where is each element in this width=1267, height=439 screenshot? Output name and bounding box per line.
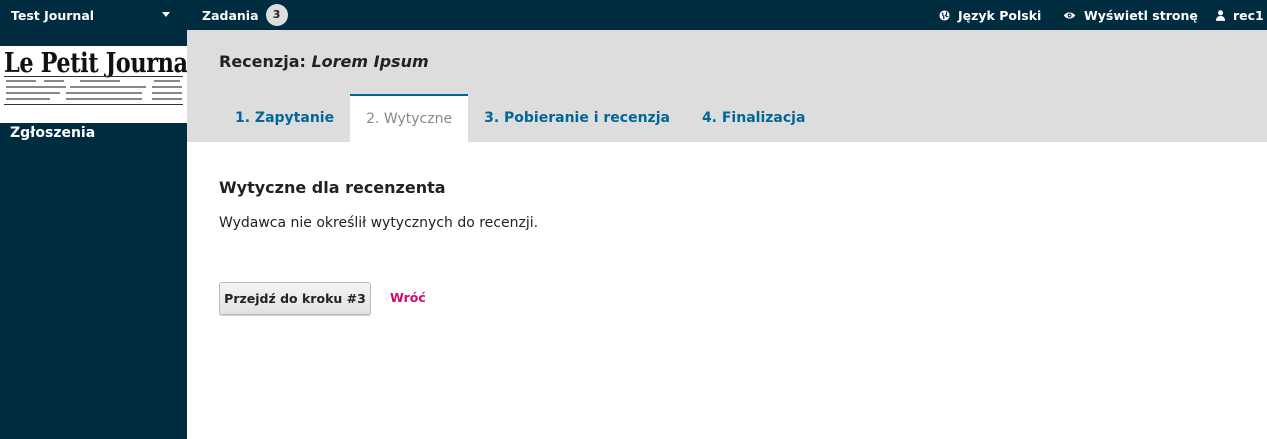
page-header: Recenzja: Lorem Ipsum 1. Zapytanie 2. Wy… [187,30,1267,142]
logo-text-line [6,80,36,82]
section-title: Wytyczne dla recenzenta [219,178,446,197]
guidelines-text: Wydawca nie określił wytycznych do recen… [219,215,539,231]
logo-text-line [44,80,64,82]
journal-switcher[interactable]: Test Journal [11,0,94,30]
logo-text-line [6,98,50,100]
tab-completion[interactable]: 4. Finalizacja [686,94,821,142]
logo-text-line [152,92,182,94]
tab-download-and-review[interactable]: 3. Pobieranie i recenzja [468,94,686,142]
tab-request[interactable]: 1. Zapytanie [219,94,350,142]
tasks-count-badge: 3 [265,4,288,26]
page-title: Recenzja: Lorem Ipsum [219,52,429,71]
user-label: rec1 [1233,7,1264,23]
top-navbar: Test Journal Zadania 3 Język Polski Wyśw… [0,0,1267,30]
page-title-prefix: Recenzja: [219,52,306,71]
logo-rule [4,76,183,77]
sidebar: Le Petit Journal Zgłoszenia [0,30,187,439]
tasks-menu[interactable]: Zadania 3 [202,0,288,30]
next-step-button[interactable]: Przejdź do kroku #3 [219,282,371,315]
logo-text-line [152,98,182,100]
eye-icon [1063,11,1076,19]
logo-rule [4,104,183,105]
logo-text-line [152,86,182,88]
user-icon [1216,9,1225,21]
logo-masthead: Le Petit Journal [4,48,187,79]
logo-text-line [154,80,180,82]
caret-down-icon[interactable] [162,12,170,17]
view-site-link[interactable]: Wyświetl stronę [1063,0,1198,30]
page-title-value: Lorem Ipsum [311,52,429,71]
globe-icon [939,9,950,21]
tasks-label: Zadania [202,7,259,23]
logo-text-line [70,86,146,88]
logo-text-line [6,86,66,88]
journal-logo[interactable]: Le Petit Journal [0,46,187,123]
language-switcher[interactable]: Język Polski [939,0,1041,30]
logo-text-line [66,92,142,94]
tab-guidelines[interactable]: 2. Wytyczne [350,94,469,142]
logo-text-line [6,92,60,94]
logo-text-line [66,98,142,100]
sidebar-item-submissions[interactable]: Zgłoszenia [10,125,95,141]
review-steps-tabs: 1. Zapytanie 2. Wytyczne 3. Pobieranie i… [219,94,821,142]
journal-name: Test Journal [11,7,95,23]
back-link[interactable]: Wróć [390,290,426,305]
language-label: Język Polski [958,7,1042,23]
user-menu[interactable]: rec1 [1216,0,1264,30]
logo-text-line [80,80,120,82]
view-site-label: Wyświetl stronę [1084,7,1198,23]
